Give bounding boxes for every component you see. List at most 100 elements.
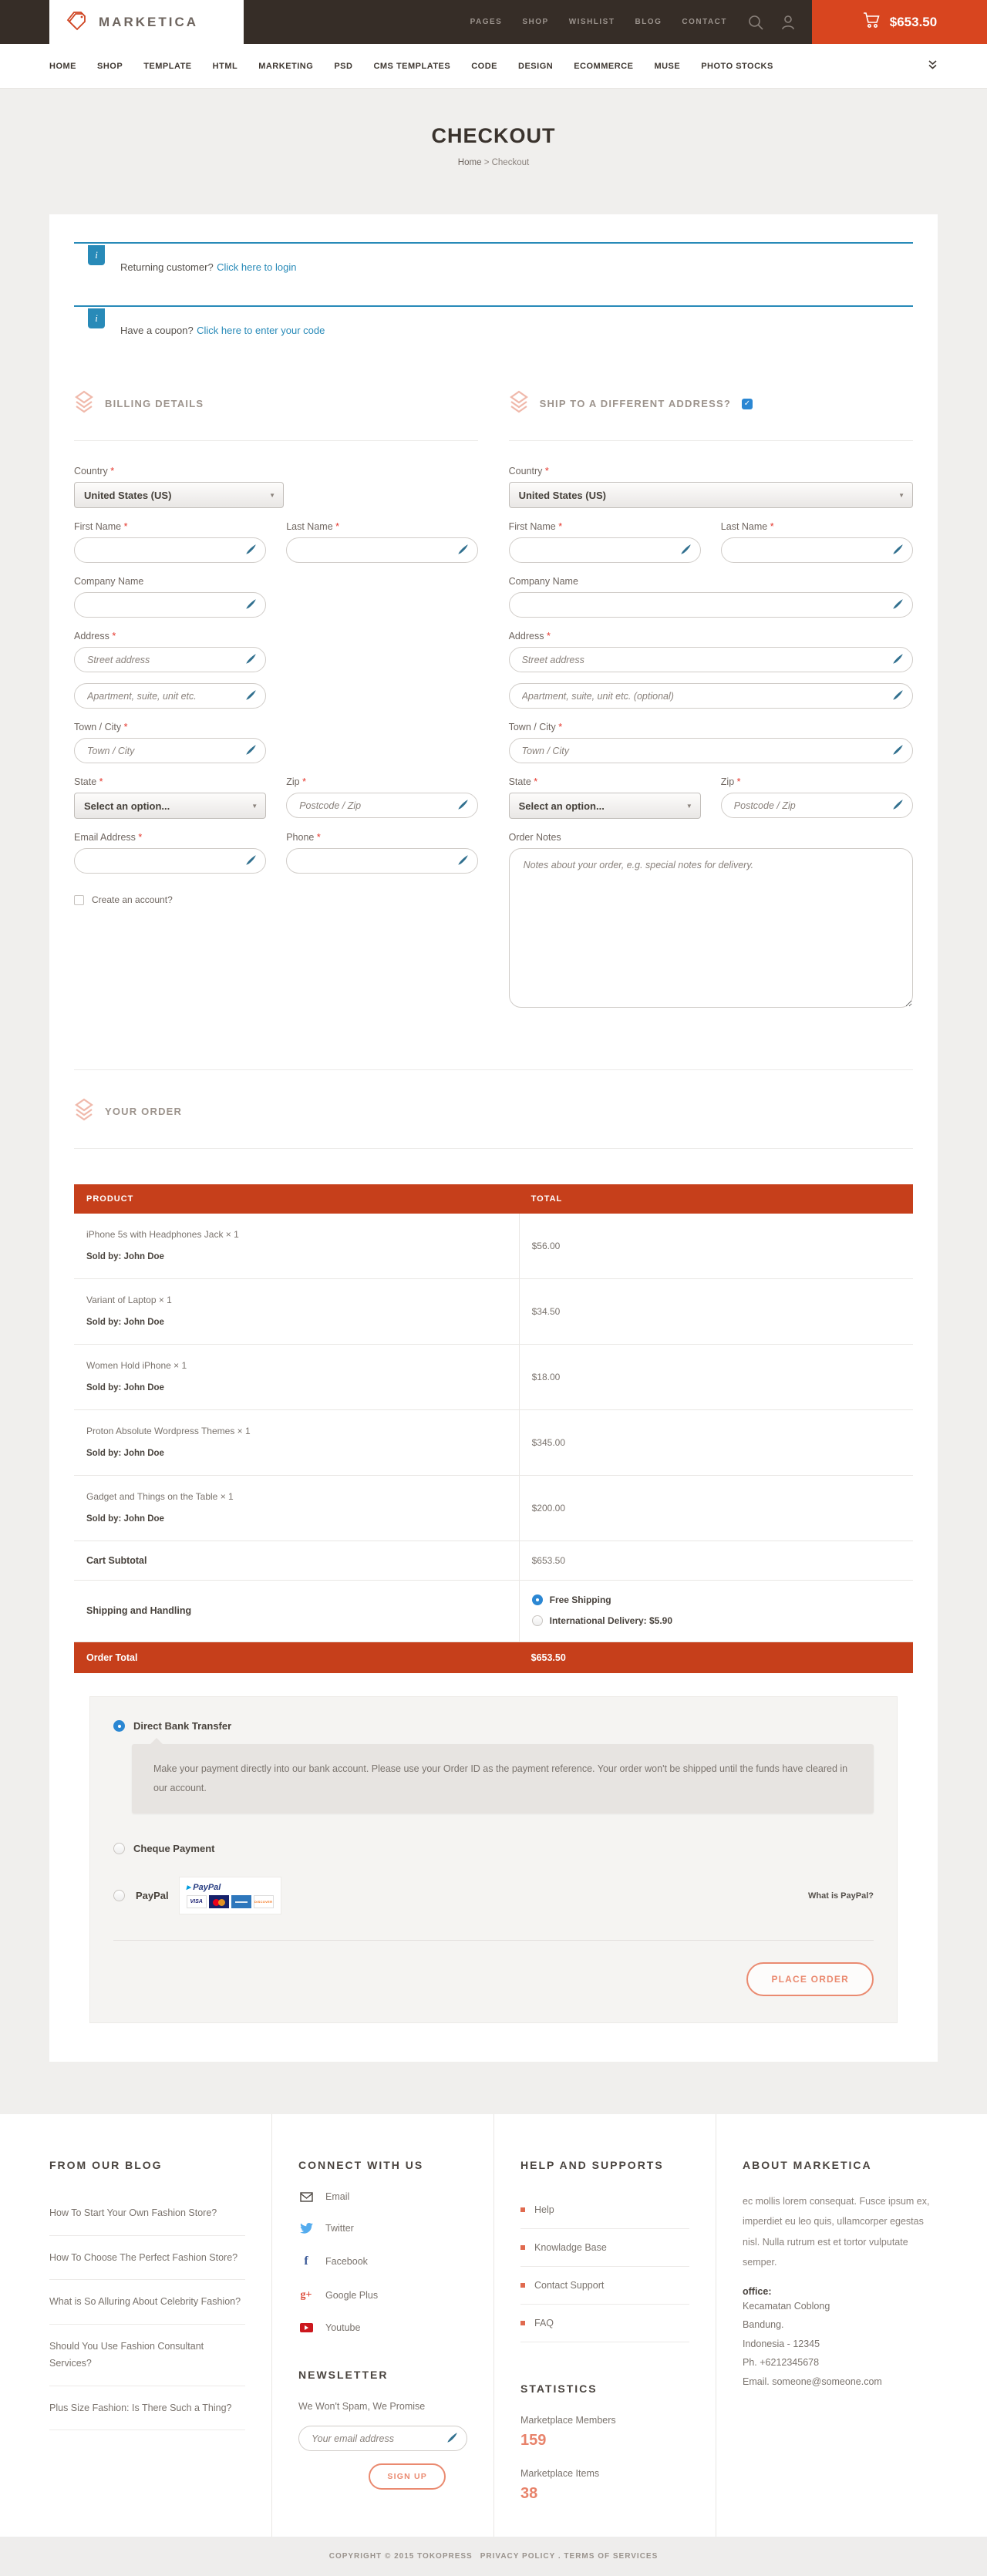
top-nav-blog[interactable]: BLOG xyxy=(635,18,662,26)
billing-first-name-input[interactable] xyxy=(74,537,266,563)
blog-post-link[interactable]: Plus Size Fashion: Is There Such a Thing… xyxy=(49,2386,245,2431)
town-label: Town / City xyxy=(74,722,121,732)
billing-zip-input[interactable] xyxy=(286,793,478,818)
shipping-apartment-input[interactable] xyxy=(509,683,913,709)
billing-last-name-field: Last Name * xyxy=(286,521,478,563)
top-nav-shop[interactable]: SHOP xyxy=(522,18,548,26)
company-label: Company Name xyxy=(509,576,578,587)
about-heading: ABOUT MARKETICA xyxy=(743,2159,938,2171)
search-icon[interactable] xyxy=(747,14,764,31)
nav-ecommerce[interactable]: ECOMMERCE xyxy=(574,62,633,71)
youtube-link[interactable]: Youtube xyxy=(298,2322,467,2333)
ship-different-heading: SHIP TO A DIFFERENT ADDRESS? xyxy=(540,398,731,409)
blog-post-link[interactable]: Should You Use Fashion Consultant Servic… xyxy=(49,2325,245,2386)
what-is-paypal-link[interactable]: What is PayPal? xyxy=(808,1891,874,1901)
billing-heading: BILLING DETAILS xyxy=(105,398,204,409)
nav-code[interactable]: CODE xyxy=(471,62,497,71)
facebook-link[interactable]: f Facebook xyxy=(298,2254,467,2268)
shipping-company-input[interactable] xyxy=(509,592,913,618)
nav-html[interactable]: HTML xyxy=(213,62,238,71)
radio-icon[interactable] xyxy=(113,1890,125,1901)
contact-support-link[interactable]: Contact Support xyxy=(520,2267,689,2305)
login-link[interactable]: Click here to login xyxy=(217,261,296,273)
office-line: Email. someone@someone.com xyxy=(743,2372,938,2391)
shipping-first-name-input[interactable] xyxy=(509,537,701,563)
payment-method-label: Direct Bank Transfer xyxy=(133,1720,231,1732)
blog-post-link[interactable]: How To Start Your Own Fashion Store? xyxy=(49,2191,245,2236)
shipping-country-select[interactable]: United States (US) ▼ xyxy=(509,482,913,508)
billing-street-input[interactable] xyxy=(74,647,266,672)
international-delivery-option[interactable]: International Delivery: $5.90 xyxy=(532,1615,672,1626)
newsletter-email-input[interactable] xyxy=(298,2426,467,2451)
nav-template[interactable]: TEMPLATE xyxy=(143,62,191,71)
breadcrumb-home-link[interactable]: Home xyxy=(458,158,482,167)
radio-selected-icon[interactable] xyxy=(532,1594,543,1605)
logo[interactable]: MARKETICA xyxy=(49,0,244,44)
blog-post-link[interactable]: How To Choose The Perfect Fashion Store? xyxy=(49,2236,245,2281)
legal-links[interactable]: PRIVACY POLICY . TERMS OF SERVICES xyxy=(480,2552,659,2561)
facebook-icon: f xyxy=(298,2254,314,2268)
nav-home[interactable]: HOME xyxy=(49,62,76,71)
paypal-option[interactable]: PayPal ▸ PayPal VISA DISCOVER What is Pa… xyxy=(113,1877,874,1914)
coupon-link[interactable]: Click here to enter your code xyxy=(197,325,325,336)
radio-selected-icon[interactable] xyxy=(113,1720,125,1732)
top-nav-wishlist[interactable]: WISHLIST xyxy=(569,18,615,26)
nav-muse[interactable]: MUSE xyxy=(654,62,680,71)
nav-psd[interactable]: PSD xyxy=(334,62,352,71)
square-bullet-icon xyxy=(520,2207,525,2212)
twitter-link[interactable]: Twitter xyxy=(298,2223,467,2234)
billing-email-input[interactable] xyxy=(74,848,266,874)
company-label: Company Name xyxy=(74,576,143,587)
nav-shop[interactable]: SHOP xyxy=(97,62,123,71)
top-nav-pages[interactable]: PAGES xyxy=(470,18,503,26)
billing-town-input[interactable] xyxy=(74,738,266,763)
create-account-checkbox[interactable] xyxy=(74,895,84,905)
faq-link[interactable]: FAQ xyxy=(520,2305,689,2342)
checkout-card: i Returning customer? Click here to logi… xyxy=(49,214,938,2062)
place-order-button[interactable]: PLACE ORDER xyxy=(746,1962,874,1996)
ship-different-checkbox[interactable]: ✓ xyxy=(742,399,753,409)
shipping-street-input[interactable] xyxy=(509,647,913,672)
visa-card-icon: VISA xyxy=(187,1895,207,1908)
required-mark: * xyxy=(110,466,114,476)
order-notes-textarea[interactable] xyxy=(509,848,913,1008)
cart-button[interactable]: $653.50 xyxy=(812,0,987,44)
top-nav-contact[interactable]: CONTACT xyxy=(682,18,727,26)
shipping-last-name-input[interactable] xyxy=(721,537,913,563)
shipping-state-select[interactable]: Select an option... ▼ xyxy=(509,793,701,819)
sign-up-button[interactable]: SIGN UP xyxy=(369,2463,446,2490)
billing-first-name-field: First Name * xyxy=(74,521,266,563)
nav-marketing[interactable]: MARKETING xyxy=(258,62,313,71)
nav-design[interactable]: DESIGN xyxy=(518,62,553,71)
google-plus-link[interactable]: g+ Google Plus xyxy=(298,2289,467,2302)
nav-photo-stocks[interactable]: PHOTO STOCKS xyxy=(701,62,773,71)
blog-post-link[interactable]: What is So Alluring About Celebrity Fash… xyxy=(49,2280,245,2325)
billing-state-select[interactable]: Select an option... ▼ xyxy=(74,793,266,819)
cheque-payment-option[interactable]: Cheque Payment xyxy=(113,1843,874,1854)
paypal-logo: ▸ PayPal xyxy=(187,1882,274,1892)
nav-cms-templates[interactable]: CMS TEMPLATES xyxy=(373,62,450,71)
your-order-section: YOUR ORDER PRODUCT TOTAL iPhone 5s with … xyxy=(74,1069,913,2023)
free-shipping-option[interactable]: Free Shipping xyxy=(532,1594,611,1605)
twitter-icon xyxy=(298,2223,314,2234)
billing-phone-input[interactable] xyxy=(286,848,478,874)
billing-apartment-input[interactable] xyxy=(74,683,266,709)
product-total: $18.00 xyxy=(519,1345,913,1409)
returning-customer-notice: i Returning customer? Click here to logi… xyxy=(74,242,913,293)
radio-icon[interactable] xyxy=(532,1615,543,1626)
knowledge-base-link[interactable]: Knowladge Base xyxy=(520,2229,689,2267)
user-icon[interactable] xyxy=(780,14,797,31)
sold-by: Sold by: John Doe xyxy=(86,1383,507,1392)
radio-icon[interactable] xyxy=(113,1843,125,1854)
shipping-zip-input[interactable] xyxy=(721,793,913,818)
shipping-town-input[interactable] xyxy=(509,738,913,763)
billing-company-input[interactable] xyxy=(74,592,266,618)
direct-bank-transfer-option[interactable]: Direct Bank Transfer xyxy=(113,1720,874,1732)
shipping-label: Shipping and Handling xyxy=(86,1605,191,1616)
billing-last-name-input[interactable] xyxy=(286,537,478,563)
billing-country-select[interactable]: United States (US) ▼ xyxy=(74,482,284,508)
email-link[interactable]: Email xyxy=(298,2191,467,2202)
address-label: Address xyxy=(74,631,109,641)
help-link[interactable]: Help xyxy=(520,2191,689,2229)
chevrons-down-icon[interactable] xyxy=(928,59,938,72)
